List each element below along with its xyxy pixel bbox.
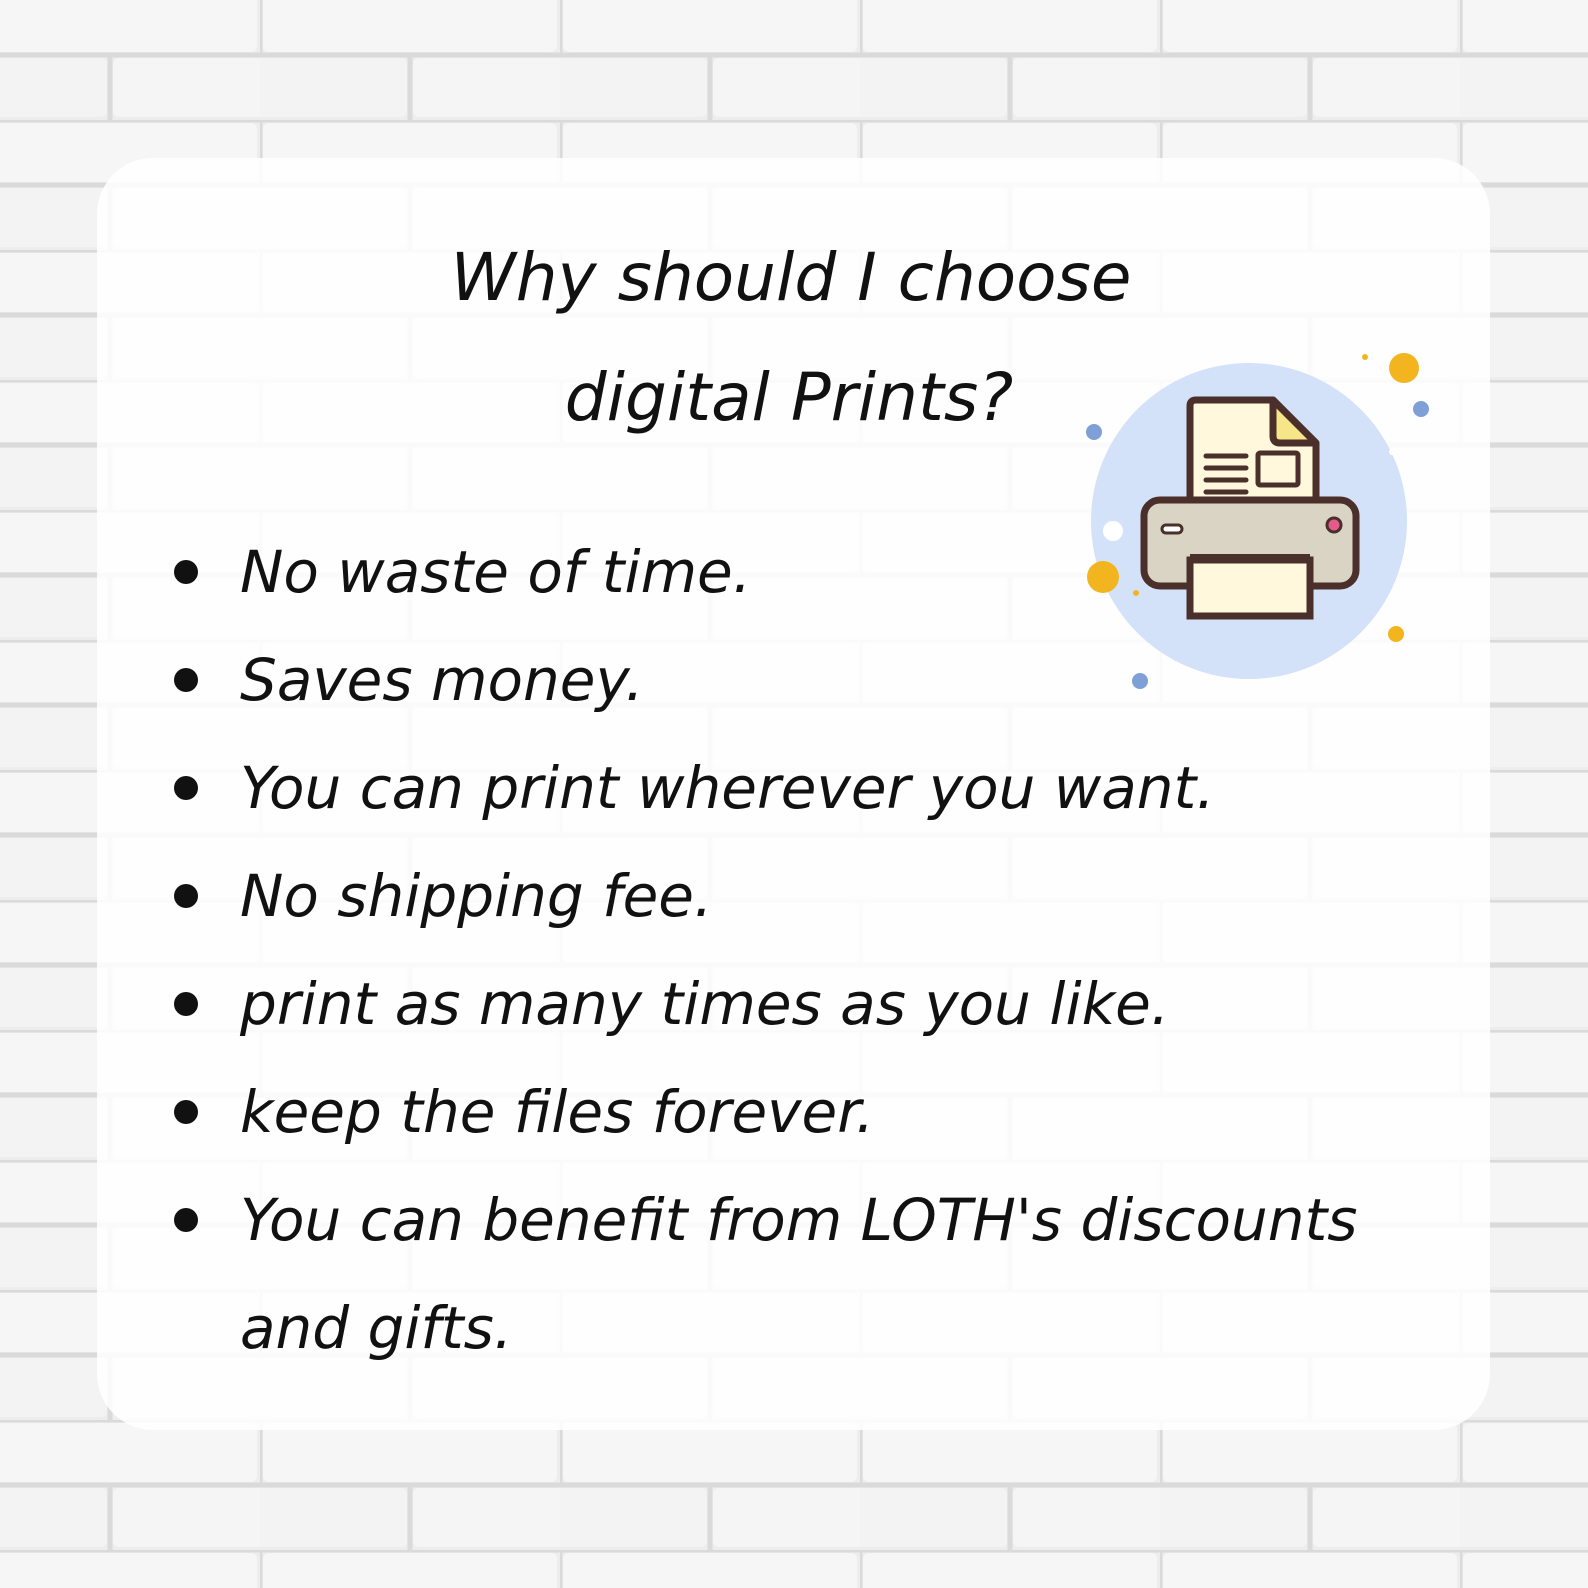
bullet-dot-icon — [174, 560, 198, 584]
list-item-text: keep the files forever. — [240, 1078, 875, 1146]
list-item-text: No waste of time. — [240, 538, 752, 606]
bullet-dot-icon — [174, 668, 198, 692]
bullet-dot-icon — [174, 1208, 198, 1232]
list-item-text: You can benefit from LOTH's discounts an… — [240, 1186, 1358, 1362]
bullet-dot-icon — [174, 776, 198, 800]
list-item-text: You can print wherever you want. — [240, 754, 1215, 822]
bullet-dot-icon — [174, 884, 198, 908]
benefits-list: No waste of time. Saves money. You can p… — [0, 0, 1588, 1588]
bullet-dot-icon — [174, 992, 198, 1016]
list-item-text: No shipping fee. — [240, 862, 713, 930]
list-item-text: print as many times as you like. — [240, 970, 1170, 1038]
list-item-text: Saves money. — [240, 646, 644, 714]
bullet-dot-icon — [174, 1100, 198, 1124]
